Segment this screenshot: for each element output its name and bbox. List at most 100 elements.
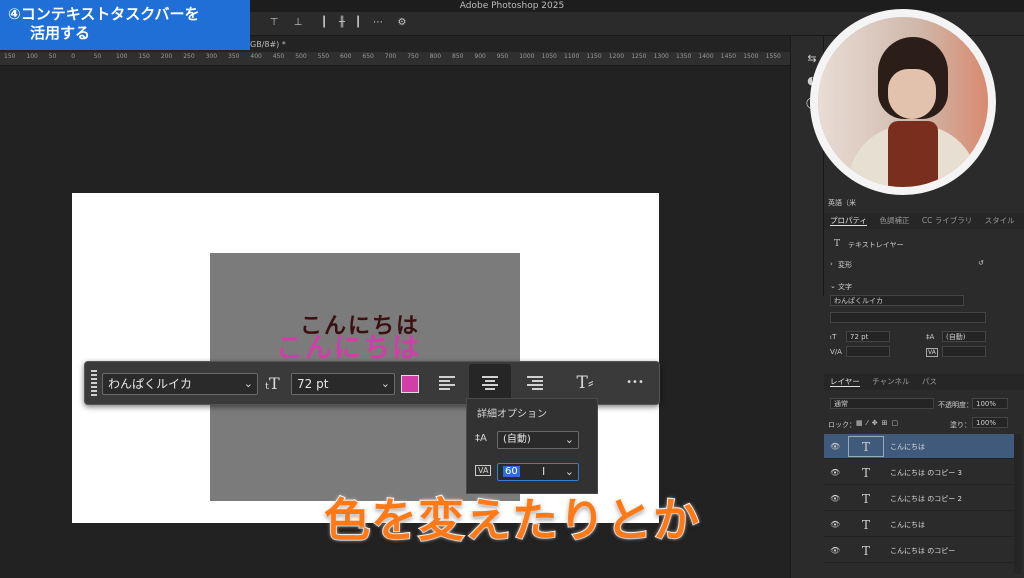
ruler-tick-label: 1200 bbox=[608, 53, 625, 60]
fill-label: 塗り： bbox=[950, 421, 971, 429]
ruler-tick-label: 1450 bbox=[720, 53, 737, 60]
advanced-options-popup: 詳細オプション ‡A (自動) ⌄ VA 60 I ⌄ bbox=[466, 398, 598, 494]
settings-gear-icon[interactable]: ⚙ bbox=[396, 17, 408, 29]
ruler-tick-label: 350 bbox=[228, 53, 240, 60]
ruler-tick-label: 800 bbox=[429, 53, 442, 60]
font-size-icon: ₜT bbox=[830, 333, 837, 341]
ruler-tick-label: 750 bbox=[407, 53, 419, 60]
align-right-button[interactable] bbox=[515, 364, 555, 402]
distribute-center-icon[interactable]: ╫ bbox=[336, 17, 348, 29]
tracking-icon: VA bbox=[926, 348, 938, 357]
chevron-down-icon[interactable]: ⌄ bbox=[830, 282, 836, 290]
text-options-button[interactable]: T⸗ bbox=[565, 364, 605, 402]
ruler-tick-label: 600 bbox=[340, 53, 352, 60]
ruler-tick-label: 150 bbox=[4, 53, 16, 60]
ruler-tick-label: 1500 bbox=[743, 53, 759, 60]
fill-field[interactable]: 100% bbox=[972, 417, 1008, 428]
panel-font-style-dropdown[interactable] bbox=[830, 312, 986, 323]
blend-mode-value: 通常 bbox=[834, 400, 848, 408]
panel-size-field[interactable]: 72 pt bbox=[846, 331, 890, 342]
panel-kerning-field[interactable] bbox=[846, 346, 890, 357]
ruler-tick-label: 1250 bbox=[631, 53, 647, 60]
ruler-tick-label: 550 bbox=[317, 53, 330, 60]
font-family-dropdown[interactable]: わんぱくルイカ ⌄ bbox=[102, 373, 258, 395]
distribute-right-icon[interactable]: ┃ bbox=[352, 17, 364, 29]
panel-tracking-field[interactable] bbox=[942, 346, 986, 357]
text-cursor-icon: I bbox=[542, 465, 546, 478]
tab-paths[interactable]: パス bbox=[922, 377, 937, 386]
ruler-tick-label: 700 bbox=[384, 53, 397, 60]
align-left-icon bbox=[439, 376, 455, 390]
font-size-dropdown[interactable]: 72 pt ⌄ bbox=[291, 373, 395, 395]
ruler-tick-label: 50 bbox=[48, 53, 57, 60]
color-swatch[interactable] bbox=[401, 375, 419, 393]
ruler-tick-label: 1300 bbox=[653, 53, 669, 60]
reset-icon[interactable]: ↺ bbox=[978, 259, 984, 267]
more-options-icon[interactable]: ⋯ bbox=[372, 17, 384, 29]
ruler-tick-label: 1150 bbox=[586, 53, 602, 60]
opacity-value: 100% bbox=[976, 400, 997, 408]
leading-dropdown[interactable]: (自動) ⌄ bbox=[497, 431, 579, 449]
layer-row[interactable]: 👁 T こんにちは bbox=[824, 434, 1014, 459]
text-settings-icon: T⸗ bbox=[576, 373, 594, 393]
text-layer-pink[interactable]: こんにちは bbox=[276, 326, 421, 365]
align-left-button[interactable] bbox=[427, 364, 467, 402]
chevron-right-icon[interactable]: › bbox=[830, 260, 833, 268]
transform-section-label[interactable]: 変形 bbox=[838, 260, 852, 270]
text-layer-thumbnail-icon: T bbox=[848, 436, 884, 457]
ruler-tick-label: 50 bbox=[93, 53, 102, 60]
language-label: 英語（米 bbox=[828, 199, 856, 207]
leading-icon: ‡A bbox=[475, 433, 487, 444]
tab-properties[interactable]: プロパティ bbox=[830, 216, 868, 226]
tab-adjustments[interactable]: 色調補正 bbox=[879, 216, 909, 225]
visibility-eye-icon[interactable]: 👁 bbox=[830, 442, 840, 451]
properties-tabs: プロパティ 色調補正 CC ライブラリ スタイル bbox=[824, 213, 1024, 229]
ruler-tick-label: 900 bbox=[474, 53, 486, 60]
align-middle-icon[interactable]: ⊥ bbox=[292, 17, 304, 29]
ruler-tick-label: 950 bbox=[496, 53, 509, 60]
layer-name: こんにちは bbox=[890, 443, 925, 451]
ruler-tick-label: 200 bbox=[160, 53, 173, 60]
more-options-button[interactable]: ••• bbox=[615, 364, 655, 402]
text-layer-thumbnail-icon: T bbox=[861, 466, 870, 480]
visibility-eye-icon[interactable]: 👁 bbox=[830, 468, 840, 477]
align-center-icon bbox=[482, 376, 498, 390]
ruler-tick-label: 250 bbox=[183, 53, 195, 60]
panel-font-dropdown[interactable]: わんぱくルイカ bbox=[830, 295, 964, 306]
tab-channels[interactable]: チャンネル bbox=[872, 377, 909, 386]
ruler-tick-label: 400 bbox=[250, 53, 262, 60]
ruler-tick-label: 300 bbox=[205, 53, 218, 60]
fill-value: 100% bbox=[976, 419, 997, 427]
tracking-input[interactable]: 60 I ⌄ bbox=[497, 463, 579, 481]
drag-handle[interactable] bbox=[91, 370, 97, 398]
tab-cc-libraries[interactable]: CC ライブラリ bbox=[922, 216, 972, 225]
ruler-tick-label: 850 bbox=[452, 53, 464, 60]
document-tab[interactable]: GB/8#) * bbox=[250, 37, 300, 52]
ruler-tick-label: 0 bbox=[71, 53, 76, 60]
tab-styles[interactable]: スタイル bbox=[985, 216, 1015, 225]
ruler-tick-label: 650 bbox=[362, 53, 374, 60]
text-layer-label: テキストレイヤー bbox=[848, 241, 904, 249]
character-section-label[interactable]: 文字 bbox=[838, 282, 852, 292]
align-center-button[interactable] bbox=[469, 364, 511, 402]
panel-leading-value: (自動) bbox=[946, 333, 966, 341]
lock-label: ロック： bbox=[828, 421, 856, 429]
ruler-tick-label: 450 bbox=[272, 53, 285, 60]
ruler-tick-label: 100 bbox=[26, 53, 38, 60]
tab-layers[interactable]: レイヤー bbox=[830, 377, 860, 387]
opacity-field[interactable]: 100% bbox=[972, 398, 1008, 409]
panel-leading-field[interactable]: (自動) bbox=[942, 331, 986, 342]
advanced-options-title: 詳細オプション bbox=[477, 409, 547, 420]
video-caption: 色を変えたりとか bbox=[323, 492, 700, 548]
align-right-icon bbox=[527, 376, 543, 390]
layer-row[interactable]: 👁 T こんにちは のコピー 3 bbox=[824, 460, 1014, 485]
step-banner: ④コンテキストタスクバーを 活用する bbox=[0, 0, 250, 50]
font-family-value: わんぱくルイカ bbox=[108, 377, 193, 391]
ruler-tick-label: 1350 bbox=[676, 53, 692, 60]
kerning-icon: V/A bbox=[830, 348, 842, 356]
align-top-icon[interactable]: ⊤ bbox=[268, 17, 280, 29]
distribute-icon[interactable]: ┃ bbox=[318, 17, 330, 29]
ruler-tick-label: 150 bbox=[138, 53, 150, 60]
lock-icons[interactable]: ▦⁄✥⊞▢ bbox=[856, 419, 902, 427]
blend-mode-dropdown[interactable]: 通常 bbox=[830, 398, 934, 409]
